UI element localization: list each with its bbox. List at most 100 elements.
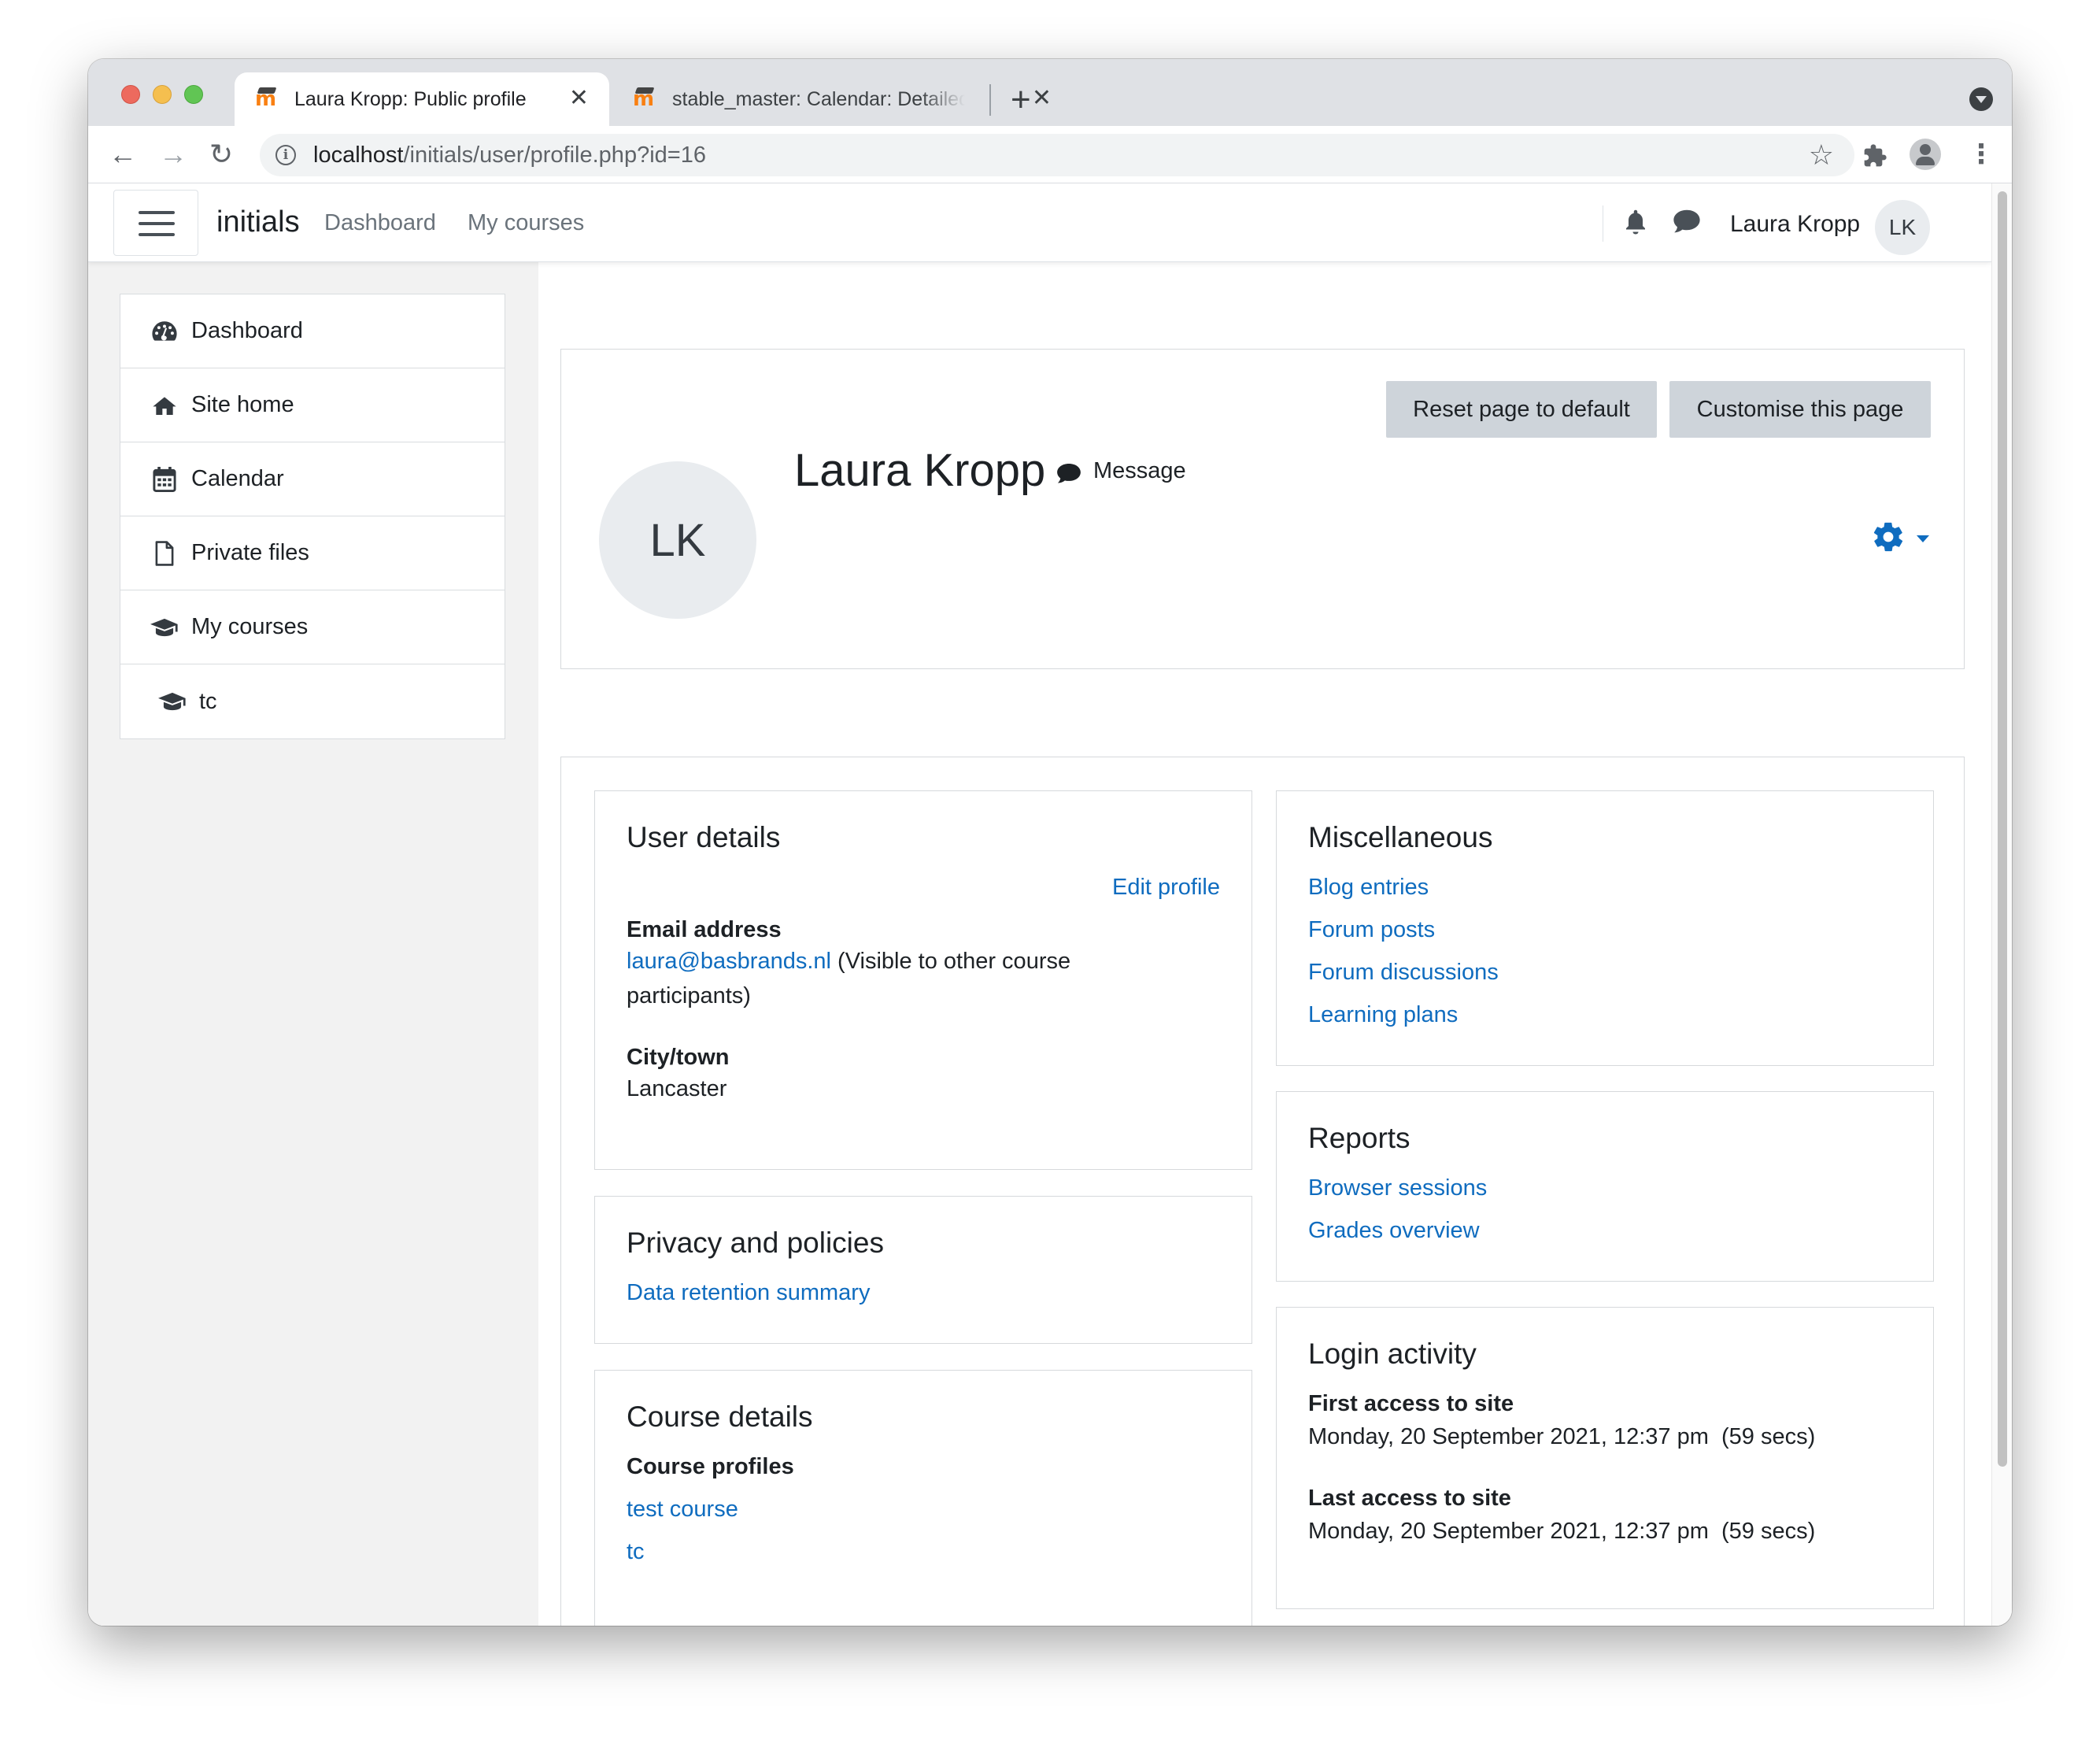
tab-calendar[interactable]: m stable_master: Calendar: Detailed mont… — [612, 72, 1072, 126]
notification-bell-icon[interactable] — [1621, 207, 1653, 239]
forum-posts-link[interactable]: Forum posts — [1308, 917, 1435, 943]
kebab-menu-icon[interactable]: ⋮ — [1968, 140, 1995, 168]
url-text[interactable]: localhost/initials/user/profile.php?id=1… — [313, 142, 706, 168]
home-icon — [150, 392, 179, 419]
data-retention-link[interactable]: Data retention summary — [627, 1280, 870, 1306]
site-info-icon[interactable]: i — [275, 145, 296, 165]
calendar-icon — [150, 466, 179, 493]
nav-my-courses-link[interactable]: My courses — [468, 210, 584, 236]
message-link[interactable]: Message — [1093, 458, 1186, 484]
block-title: User details — [627, 821, 781, 853]
last-access-value: Monday, 20 September 2021, 12:37 pm (59 … — [1308, 1519, 1816, 1544]
profile-avatar-icon[interactable] — [1910, 139, 1941, 170]
sidebar-item-label: My courses — [191, 614, 309, 639]
blog-entries-link[interactable]: Blog entries — [1308, 875, 1429, 901]
tab-divider — [989, 84, 991, 116]
graduation-cap-icon — [158, 688, 187, 715]
minimize-window-button[interactable] — [153, 85, 172, 104]
block-title: Miscellaneous — [1308, 821, 1493, 853]
profile-content-card: User details Edit profile Email address … — [560, 757, 1965, 1626]
sidebar-item-dashboard[interactable]: Dashboard — [120, 294, 505, 368]
nav-dashboard-link[interactable]: Dashboard — [324, 210, 436, 236]
scrollbar-thumb[interactable] — [1998, 191, 2007, 1467]
tab-title: stable_master: Calendar: Detailed month … — [672, 87, 965, 110]
page-title: Laura Kropp — [794, 445, 1046, 496]
edit-profile-link[interactable]: Edit profile — [1112, 875, 1220, 901]
profile-header-card: Reset page to default Customise this pag… — [560, 349, 1965, 669]
email-label: Email address — [627, 917, 782, 942]
tab-title: Laura Kropp: Public profile — [294, 87, 527, 110]
gear-icon[interactable] — [1871, 520, 1906, 554]
moodle-favicon-icon: m — [633, 87, 655, 111]
graduation-cap-icon — [150, 614, 179, 641]
sidebar-nav: Dashboard Site home Calendar Private fil… — [120, 294, 505, 739]
course-details-block: Course details Course profiles test cour… — [594, 1370, 1252, 1626]
sidebar-item-label: Calendar — [191, 466, 284, 491]
bookmark-star-icon[interactable]: ☆ — [1809, 139, 1834, 172]
moodle-favicon-icon: m — [255, 87, 277, 111]
new-tab-button[interactable]: + — [1011, 76, 1031, 124]
reload-icon[interactable]: ↻ — [209, 137, 233, 172]
user-avatar[interactable]: LK — [1875, 200, 1930, 255]
sidebar-item-site-home[interactable]: Site home — [120, 368, 505, 442]
back-arrow-icon[interactable]: ← — [109, 137, 137, 172]
page-scrollbar[interactable] — [1991, 183, 2012, 1626]
last-access-label: Last access to site — [1308, 1486, 1511, 1511]
user-details-block: User details Edit profile Email address … — [594, 790, 1252, 1170]
sidebar-item-label: tc — [199, 688, 217, 714]
tab-search-icon[interactable] — [1969, 87, 1993, 111]
site-brand[interactable]: initials — [216, 205, 300, 239]
city-label: City/town — [627, 1045, 730, 1070]
close-window-button[interactable] — [121, 85, 140, 104]
browser-window: m Laura Kropp: Public profile ✕ m stable… — [88, 59, 2012, 1626]
grades-overview-link[interactable]: Grades overview — [1308, 1218, 1480, 1244]
hamburger-menu-button[interactable] — [113, 190, 198, 256]
forward-arrow-icon[interactable]: → — [159, 137, 187, 172]
address-bar[interactable]: i localhost/initials/user/profile.php?id… — [260, 134, 1854, 176]
user-menu-name[interactable]: Laura Kropp — [1730, 211, 1860, 238]
file-icon — [150, 540, 179, 567]
chevron-down-icon[interactable] — [1917, 535, 1929, 542]
forum-discussions-link[interactable]: Forum discussions — [1308, 960, 1499, 986]
sidebar-item-label: Private files — [191, 540, 309, 565]
sidebar-item-private-files[interactable]: Private files — [120, 516, 505, 590]
reset-page-button[interactable]: Reset page to default — [1386, 381, 1657, 438]
browser-sessions-link[interactable]: Browser sessions — [1308, 1175, 1487, 1201]
sidebar-item-calendar[interactable]: Calendar — [120, 442, 505, 516]
sidebar-item-tc[interactable]: tc — [120, 664, 505, 738]
course-profiles-label: Course profiles — [627, 1454, 794, 1479]
maximize-window-button[interactable] — [184, 85, 203, 104]
browser-toolbar: ← → ↻ i localhost/initials/user/profile.… — [88, 126, 2012, 183]
profile-avatar: LK — [599, 461, 756, 619]
block-title: Login activity — [1308, 1338, 1477, 1370]
learning-plans-link[interactable]: Learning plans — [1308, 1002, 1458, 1028]
miscellaneous-block: Miscellaneous Blog entries Forum posts F… — [1276, 790, 1934, 1066]
first-access-label: First access to site — [1308, 1391, 1514, 1416]
sidebar-item-label: Site home — [191, 392, 294, 417]
sidebar-item-label: Dashboard — [191, 318, 303, 343]
block-title: Privacy and policies — [627, 1227, 884, 1259]
email-link[interactable]: laura@basbrands.nl — [627, 949, 831, 974]
email-value: laura@basbrands.nl (Visible to other cou… — [627, 949, 1071, 1008]
course-link[interactable]: tc — [627, 1539, 645, 1565]
block-title: Reports — [1308, 1122, 1410, 1154]
city-value: Lancaster — [627, 1076, 727, 1101]
close-icon[interactable]: ✕ — [569, 87, 589, 110]
extensions-puzzle-icon[interactable] — [1862, 143, 1887, 175]
customise-page-button[interactable]: Customise this page — [1669, 381, 1931, 438]
privacy-block: Privacy and policies Data retention summ… — [594, 1196, 1252, 1344]
block-title: Course details — [627, 1401, 813, 1433]
site-navbar: initials Dashboard My courses Laura Krop… — [88, 183, 1991, 262]
messages-chat-icon[interactable] — [1672, 207, 1703, 239]
message-bubble-icon[interactable] — [1056, 461, 1082, 485]
sidebar-item-my-courses[interactable]: My courses — [120, 590, 505, 664]
close-icon[interactable]: ✕ — [1032, 87, 1052, 110]
login-activity-block: Login activity First access to site Mond… — [1276, 1307, 1934, 1609]
first-access-value: Monday, 20 September 2021, 12:37 pm (59 … — [1308, 1424, 1816, 1449]
reports-block: Reports Browser sessions Grades overview — [1276, 1091, 1934, 1282]
course-link[interactable]: test course — [627, 1497, 738, 1523]
dashboard-icon — [150, 318, 179, 345]
web-page: initials Dashboard My courses Laura Krop… — [88, 183, 2012, 1626]
tab-public-profile[interactable]: m Laura Kropp: Public profile ✕ — [235, 72, 609, 126]
tab-strip: m Laura Kropp: Public profile ✕ m stable… — [88, 59, 2012, 126]
